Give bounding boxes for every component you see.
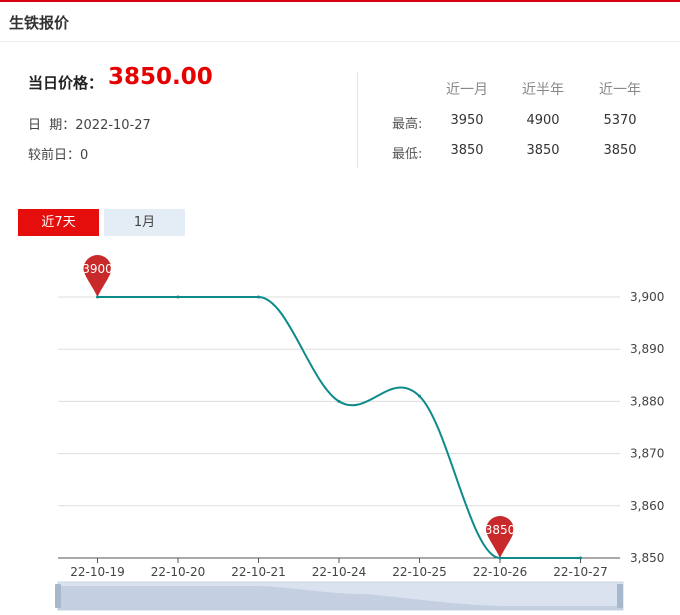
header-bar: 生铁报价 [0, 2, 680, 42]
stats-low-year: 3850 [603, 143, 637, 158]
data-zoom-handle-left[interactable] [55, 584, 61, 608]
x-tick-label: 22-10-19 [70, 565, 124, 579]
y-tick-label: 3,880 [630, 394, 664, 408]
y-tick-label: 3,870 [630, 447, 664, 461]
change-text: 较前日：0 [28, 148, 89, 163]
data-point [257, 295, 260, 299]
x-tick-label: 22-10-21 [231, 565, 285, 579]
y-tick-label: 3,900 [630, 290, 664, 304]
price-value: 3850.00 [108, 64, 213, 90]
tab-1-month[interactable]: 1月 [104, 209, 185, 236]
stats-high-halfyear: 4900 [526, 113, 560, 128]
price-label: 当日价格： [28, 74, 104, 92]
stats-header-year: 近一年 [599, 82, 641, 98]
page-title: 生铁报价 [9, 14, 70, 32]
x-tick-label: 22-10-26 [473, 565, 527, 579]
data-point [176, 295, 180, 299]
stats-high-year: 5370 [603, 113, 637, 128]
summary-divider [357, 72, 358, 168]
y-tick-label: 3,890 [630, 342, 664, 356]
x-tick-label: 22-10-20 [151, 565, 205, 579]
x-tick-label: 22-10-25 [392, 565, 446, 579]
stats-low-halfyear: 3850 [526, 143, 560, 158]
data-point [337, 399, 341, 403]
x-tick-label: 22-10-27 [553, 565, 607, 579]
value-marker-label: 3850 [485, 523, 516, 537]
stats-header-month: 近一月 [446, 82, 488, 98]
stats-header-halfyear: 近半年 [522, 82, 564, 98]
stats-low-month: 3850 [450, 143, 484, 158]
stats-row-high-label: 最高: [392, 117, 423, 132]
stats-high-month: 3950 [450, 113, 484, 128]
y-tick-label: 3,850 [630, 551, 664, 565]
price-line-chart: 3,900 3,890 3,880 3,870 3,860 3,850 22-10-19 22… [55, 255, 664, 611]
data-point [579, 556, 582, 560]
stats-row-low-label: 最低: [392, 147, 423, 162]
date-text: 日 期：2022-10-27 [28, 118, 151, 133]
x-tick-label: 22-10-24 [312, 565, 366, 579]
y-tick-label: 3,860 [630, 499, 664, 513]
tab-7-days[interactable]: 近7天 [18, 209, 99, 236]
value-marker-label: 3900 [82, 262, 113, 276]
data-point [418, 394, 421, 398]
data-zoom-handle-right[interactable] [617, 584, 623, 608]
